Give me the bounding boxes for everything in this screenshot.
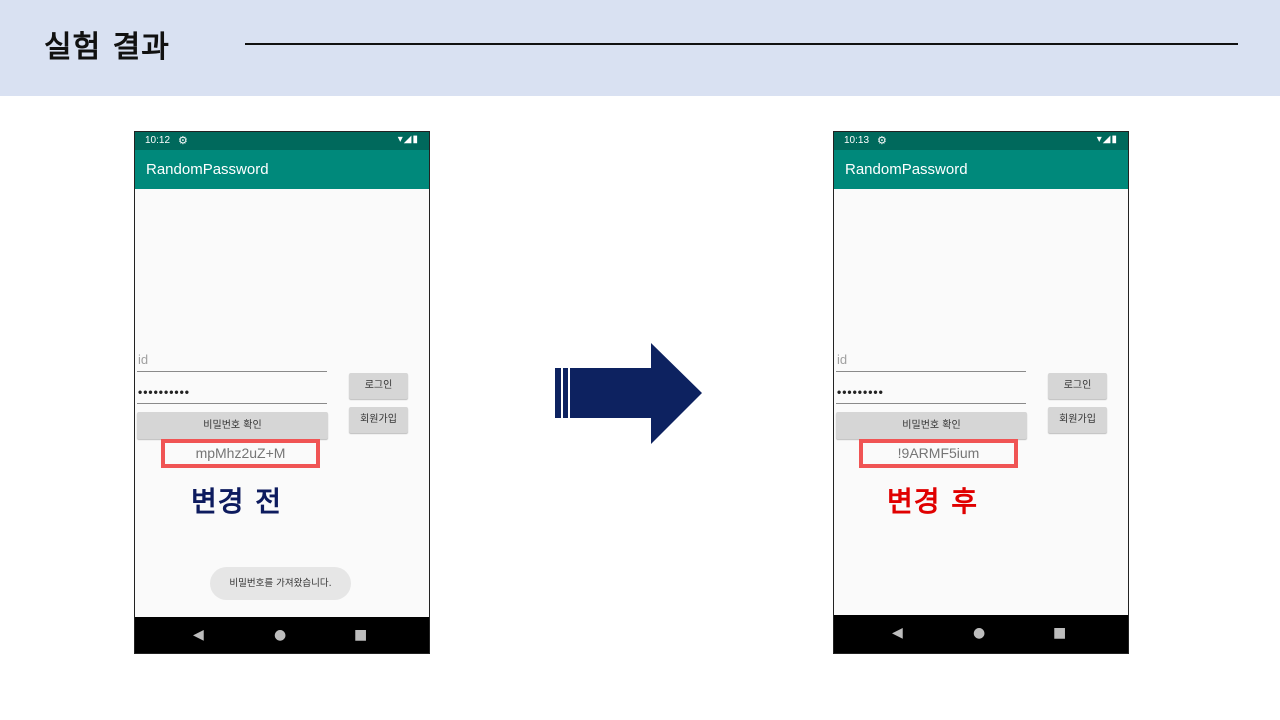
signal-battery-icon: ▾◢▮ <box>1096 134 1118 145</box>
app-title: RandomPassword <box>845 161 968 178</box>
id-field[interactable]: id <box>836 346 1026 372</box>
status-bar: 10:13 ⚙ ▾◢▮ <box>834 132 1128 150</box>
id-placeholder: id <box>138 352 149 367</box>
caption-before: 변경 전 <box>191 485 283 518</box>
nav-bar: ◀ ● ■ <box>135 617 429 653</box>
password-field[interactable]: •••••••••• <box>137 378 327 404</box>
nav-bar: ◀ ● ■ <box>834 615 1128 653</box>
password-value: •••••••••• <box>138 385 191 399</box>
phone-screenshot-before: 10:12 ⚙ ▾◢▮ RandomPassword id ••••••••••… <box>134 131 430 654</box>
title-rule <box>245 43 1238 45</box>
status-time: 10:13 <box>844 135 870 146</box>
check-password-button[interactable]: 비밀번호 확인 <box>137 412 328 439</box>
app-bar: RandomPassword <box>135 150 429 189</box>
shown-password: !9ARMF5ium <box>859 439 1018 468</box>
toast-message: 비밀번호를 가져왔습니다. <box>210 567 351 600</box>
id-placeholder: id <box>837 352 848 367</box>
signup-button[interactable]: 회원가입 <box>1048 407 1107 433</box>
slide-title: 실험 결과 <box>44 30 170 65</box>
status-bar: 10:12 ⚙ ▾◢▮ <box>135 132 429 150</box>
login-button[interactable]: 로그인 <box>349 373 408 399</box>
header-band <box>0 0 1280 96</box>
status-time: 10:12 <box>145 135 171 146</box>
password-value: ••••••••• <box>837 385 884 399</box>
password-field[interactable]: ••••••••• <box>836 378 1026 404</box>
shown-password: mpMhz2uZ+M <box>161 439 320 468</box>
login-button[interactable]: 로그인 <box>1048 373 1107 399</box>
phone-screenshot-after: 10:13 ⚙ ▾◢▮ RandomPassword id ••••••••• … <box>833 131 1129 654</box>
gear-icon: ⚙ <box>178 135 188 147</box>
caption-after: 변경 후 <box>887 485 979 518</box>
home-icon[interactable]: ● <box>274 617 286 653</box>
check-password-button[interactable]: 비밀번호 확인 <box>836 412 1027 439</box>
app-bar: RandomPassword <box>834 150 1128 189</box>
recents-icon[interactable]: ■ <box>1053 615 1066 651</box>
back-icon[interactable]: ◀ <box>193 617 204 653</box>
signal-battery-icon: ▾◢▮ <box>397 134 419 145</box>
id-field[interactable]: id <box>137 346 327 372</box>
home-icon[interactable]: ● <box>973 615 985 651</box>
signup-button[interactable]: 회원가입 <box>349 407 408 433</box>
slide: 실험 결과 10:12 ⚙ ▾◢▮ RandomPassword id ••••… <box>0 0 1280 720</box>
recents-icon[interactable]: ■ <box>354 617 367 653</box>
back-icon[interactable]: ◀ <box>892 615 903 651</box>
app-title: RandomPassword <box>146 161 269 178</box>
gear-icon: ⚙ <box>877 135 887 147</box>
right-arrow-icon <box>555 343 702 444</box>
